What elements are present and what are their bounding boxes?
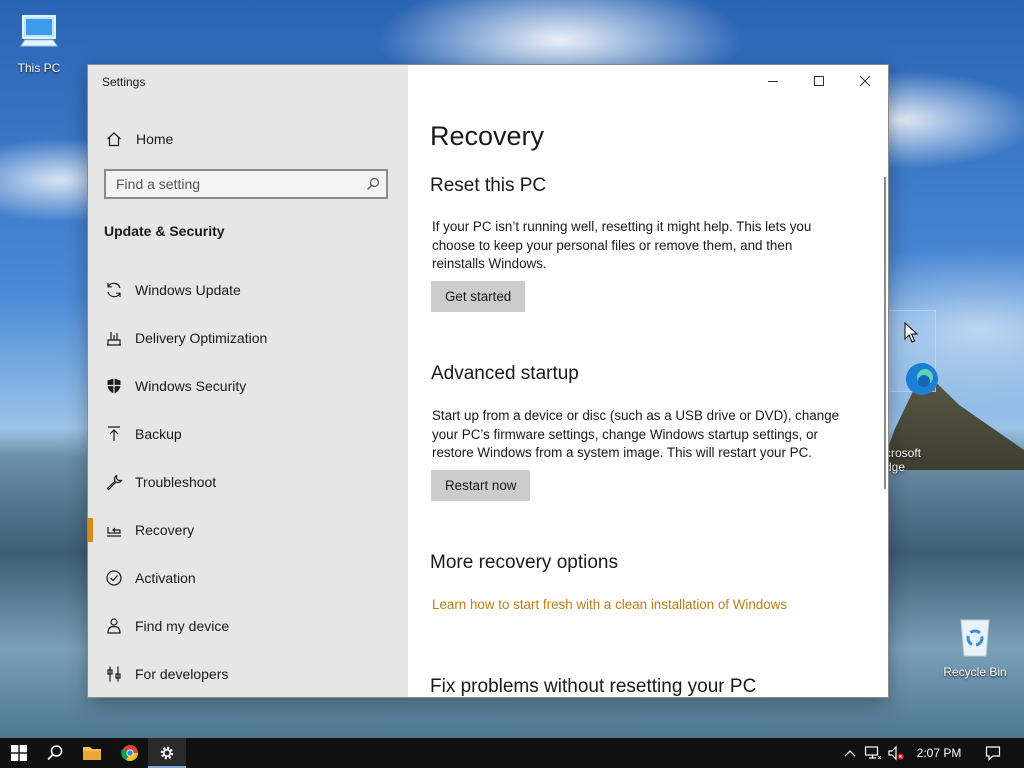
volume-muted-icon — [888, 745, 904, 761]
taskbar-search-button[interactable] — [36, 738, 74, 768]
page-title: Recovery — [430, 121, 545, 151]
more-recovery-heading: More recovery options — [430, 552, 618, 573]
start-button[interactable] — [0, 738, 38, 768]
desktop-icon-label: This PC — [17, 61, 61, 75]
sidebar-item-label: Activation — [135, 570, 196, 586]
taskbar-settings[interactable] — [148, 738, 186, 768]
section-heading: Update & Security — [104, 223, 225, 239]
window-title: Settings — [102, 75, 146, 89]
home-icon — [104, 131, 124, 147]
maximize-icon — [814, 76, 824, 86]
sidebar-item-label: Backup — [135, 426, 182, 442]
scrollbar-thumb[interactable] — [884, 177, 886, 489]
sidebar-item-label: Windows Security — [135, 378, 247, 394]
sidebar-item-backup[interactable]: Backup — [88, 410, 408, 458]
developer-tools-icon — [104, 664, 124, 684]
shield-icon — [104, 376, 124, 396]
close-icon — [859, 75, 871, 87]
sidebar-item-home[interactable]: Home — [104, 127, 173, 151]
sidebar-item-label: Home — [136, 131, 174, 147]
sidebar: Settings Home Update & Security Windows … — [88, 65, 408, 697]
advanced-startup-description: Start up from a device or disc (such as … — [432, 408, 840, 460]
sidebar-item-windows-update[interactable]: Windows Update — [88, 266, 408, 314]
chrome-icon — [121, 745, 138, 762]
desktop-icon-label: Recycle Bin — [943, 665, 1007, 679]
recovery-icon — [104, 520, 124, 540]
restart-now-button[interactable]: Restart now — [431, 470, 531, 501]
reset-heading: Reset this PC — [430, 175, 547, 196]
fix-problems-heading: Fix problems without resetting your PC — [430, 676, 757, 697]
sidebar-item-delivery-optimization[interactable]: Delivery Optimization — [88, 314, 408, 362]
minimize-button[interactable] — [750, 65, 796, 97]
recycle-bin-icon — [940, 614, 1010, 661]
sidebar-item-label: Troubleshoot — [135, 474, 217, 490]
wrench-icon — [104, 472, 124, 492]
close-button[interactable] — [842, 65, 888, 97]
sidebar-item-for-developers[interactable]: For developers — [88, 650, 408, 697]
folder-icon — [83, 747, 101, 760]
search-icon — [47, 745, 63, 761]
taskbar-file-explorer[interactable] — [73, 738, 111, 768]
chevron-up-icon — [844, 750, 856, 757]
search-input[interactable] — [106, 175, 360, 193]
taskbar-chrome[interactable] — [111, 738, 149, 768]
sidebar-item-label: Find my device — [135, 618, 230, 634]
gear-icon — [160, 746, 174, 760]
desktop-icon-label: crosoft dge — [885, 446, 922, 474]
desktop-icon-recycle-bin[interactable]: Recycle Bin — [940, 614, 1010, 679]
get-started-button[interactable]: Get started — [431, 281, 526, 312]
windows-logo-icon — [11, 745, 27, 761]
reset-description: If your PC isn’t running well, resetting… — [432, 219, 812, 271]
clean-install-link[interactable]: Learn how to start fresh with a clean in… — [432, 597, 787, 612]
minimize-icon — [768, 81, 778, 82]
show-hidden-icons-button[interactable] — [840, 738, 860, 768]
sidebar-item-recovery[interactable]: Recovery — [88, 506, 408, 554]
content-pane: Recovery Reset this PC If your PC isn’t … — [408, 65, 888, 697]
advanced-startup-heading: Advanced startup — [431, 363, 579, 384]
sidebar-item-label: For developers — [135, 666, 229, 682]
sync-icon — [104, 280, 124, 300]
backup-arrow-icon — [104, 424, 124, 444]
edge-icon — [889, 345, 939, 416]
sidebar-item-label: Delivery Optimization — [135, 330, 268, 346]
person-location-icon — [104, 616, 124, 636]
taskbar-clock[interactable]: 2:07 PM — [908, 738, 970, 768]
delivery-optimization-icon — [104, 328, 124, 348]
desktop-icon-this-pc[interactable]: This PC — [4, 10, 74, 75]
network-status[interactable] — [862, 738, 884, 768]
sidebar-item-troubleshoot[interactable]: Troubleshoot — [88, 458, 408, 506]
mouse-cursor-icon — [904, 322, 918, 343]
taskbar: 2:07 PM — [0, 738, 1024, 768]
settings-window: Settings Home Update & Security Windows … — [88, 65, 888, 697]
sidebar-item-label: Windows Update — [135, 282, 241, 298]
sidebar-item-activation[interactable]: Activation — [88, 554, 408, 602]
sidebar-nav: Windows Update Delivery Optimization Win… — [88, 266, 408, 697]
sidebar-item-label: Recovery — [135, 522, 195, 538]
notification-icon — [985, 746, 1001, 761]
search-icon[interactable] — [360, 177, 386, 191]
sidebar-item-find-my-device[interactable]: Find my device — [88, 602, 408, 650]
network-icon — [864, 746, 882, 760]
action-center-button[interactable] — [978, 738, 1008, 768]
computer-icon — [4, 10, 74, 57]
window-controls — [750, 65, 888, 97]
search-box[interactable] — [104, 169, 388, 199]
sidebar-item-windows-security[interactable]: Windows Security — [88, 362, 408, 410]
maximize-button[interactable] — [796, 65, 842, 97]
check-circle-icon — [104, 568, 124, 588]
volume-status[interactable] — [885, 738, 907, 768]
